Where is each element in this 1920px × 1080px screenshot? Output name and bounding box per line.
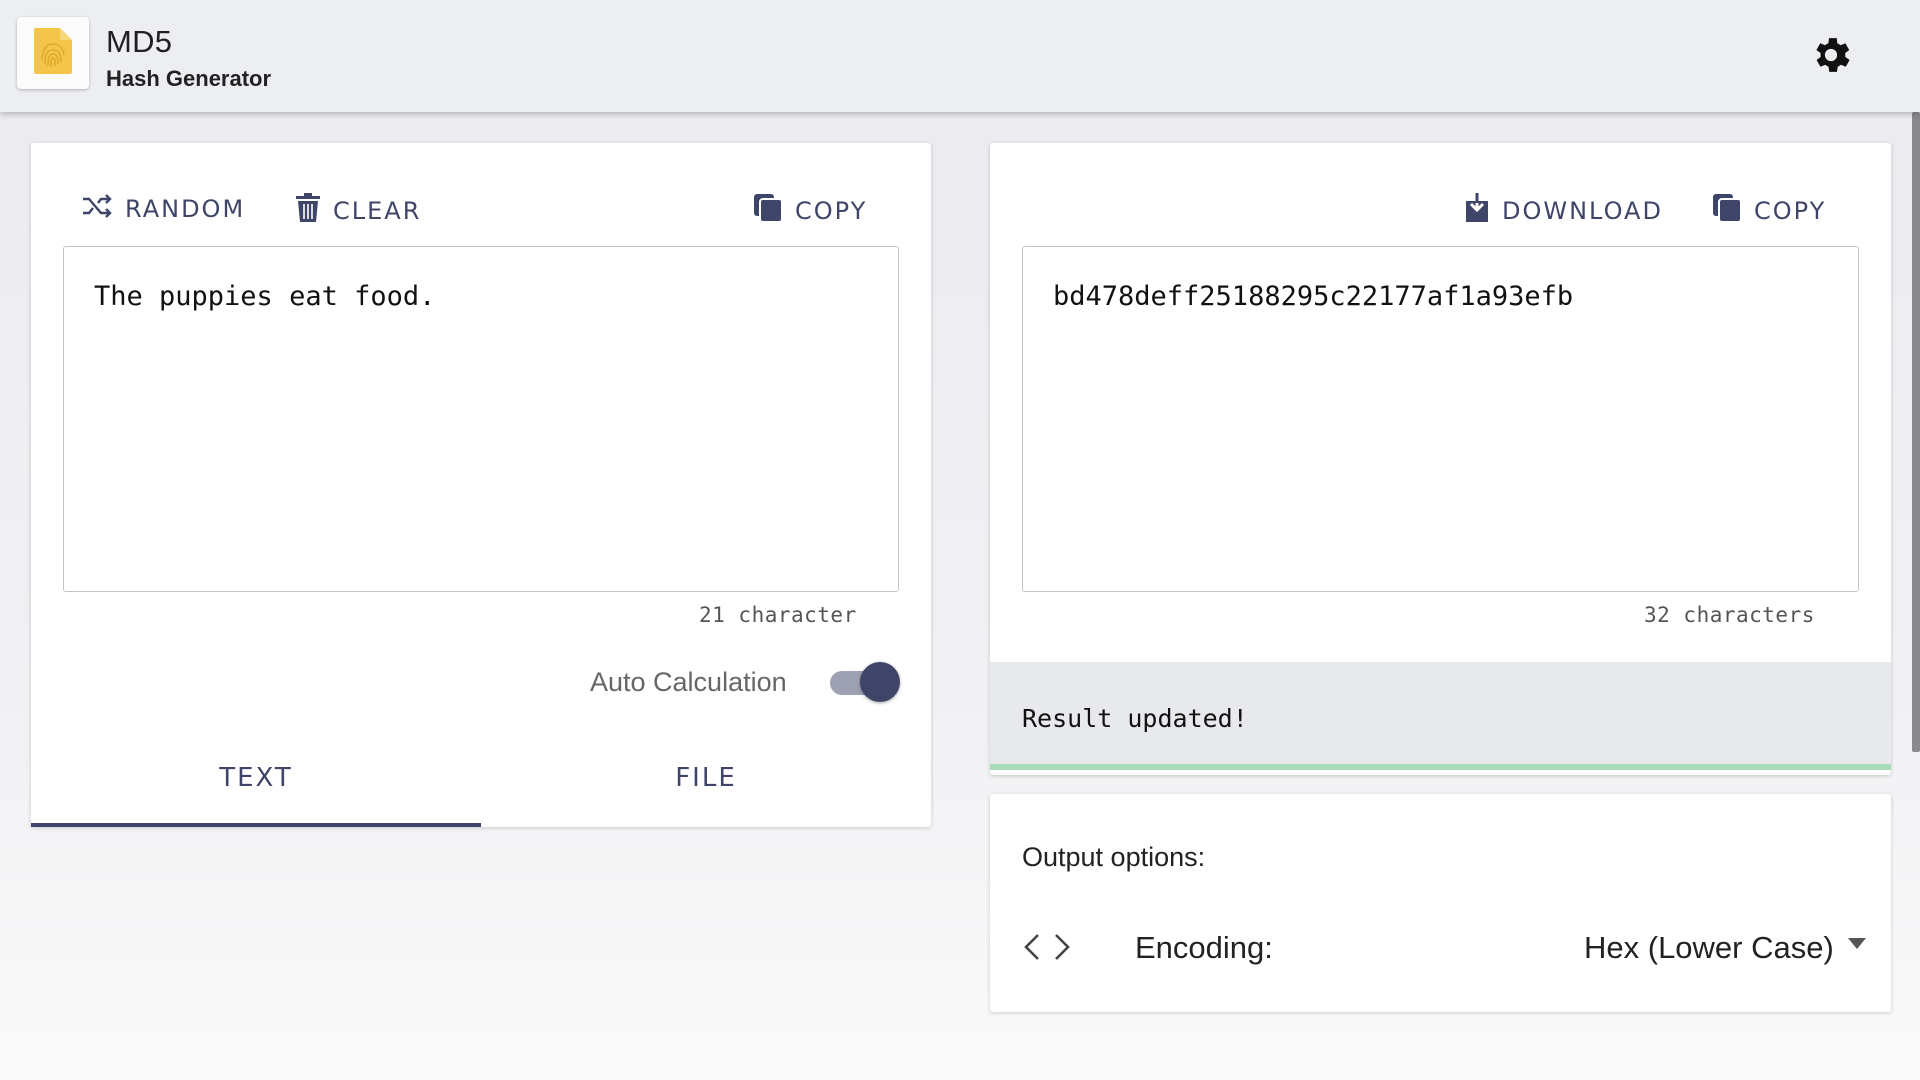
input-char-count: 21 character xyxy=(699,603,857,627)
tab-file[interactable]: FILE xyxy=(481,763,931,793)
auto-calculation-toggle[interactable] xyxy=(828,662,900,702)
download-button[interactable]: DOWNLOAD xyxy=(1464,193,1663,229)
shuffle-icon xyxy=(81,193,113,225)
copy-label: COPY xyxy=(795,197,868,225)
output-textarea[interactable]: bd478deff25188295c22177af1a93efb xyxy=(1022,246,1859,592)
status-bar: Result updated! xyxy=(990,662,1891,770)
copy-icon xyxy=(753,193,783,229)
output-options-card: Output options: Encoding: Hex (Lower Cas… xyxy=(990,794,1891,1012)
code-brackets-icon xyxy=(1022,932,1072,967)
encoding-label: Encoding: xyxy=(1135,930,1273,965)
app-logo xyxy=(17,17,89,89)
encoding-select[interactable]: Hex (Lower Case) xyxy=(1584,930,1866,966)
page-scrollbar[interactable] xyxy=(1912,112,1920,752)
copy-input-button[interactable]: COPY xyxy=(753,193,867,229)
copy-label: COPY xyxy=(1754,197,1827,225)
app-subtitle: Hash Generator xyxy=(106,66,272,91)
gear-icon xyxy=(1808,32,1854,83)
copy-icon xyxy=(1712,193,1742,229)
document-fingerprint-icon xyxy=(32,26,74,81)
trash-icon xyxy=(295,193,321,229)
random-button[interactable]: RANDOM xyxy=(81,193,245,225)
chevron-down-icon xyxy=(1847,937,1866,949)
auto-calculation-label: Auto Calculation xyxy=(590,667,787,697)
settings-button[interactable] xyxy=(1806,32,1856,82)
clear-label: CLEAR xyxy=(333,197,422,225)
copy-output-button[interactable]: COPY xyxy=(1712,193,1826,229)
output-options-title: Output options: xyxy=(1022,842,1206,872)
download-icon xyxy=(1464,193,1490,229)
clear-button[interactable]: CLEAR xyxy=(295,193,421,229)
toggle-knob xyxy=(860,662,900,702)
input-textarea[interactable]: The puppies eat food. xyxy=(63,246,899,592)
input-card: RANDOM CLEAR COPY The puppies eat food. … xyxy=(31,143,931,827)
app-header: MD5 Hash Generator xyxy=(0,0,1920,112)
app-title: MD5 xyxy=(106,24,173,59)
output-char-count: 32 characters xyxy=(1644,603,1815,627)
random-label: RANDOM xyxy=(125,195,246,223)
download-label: DOWNLOAD xyxy=(1502,197,1663,225)
tab-text[interactable]: TEXT xyxy=(31,763,481,793)
active-tab-indicator xyxy=(31,823,481,827)
encoding-value: Hex (Lower Case) xyxy=(1584,930,1834,965)
status-message: Result updated! xyxy=(1022,704,1248,733)
